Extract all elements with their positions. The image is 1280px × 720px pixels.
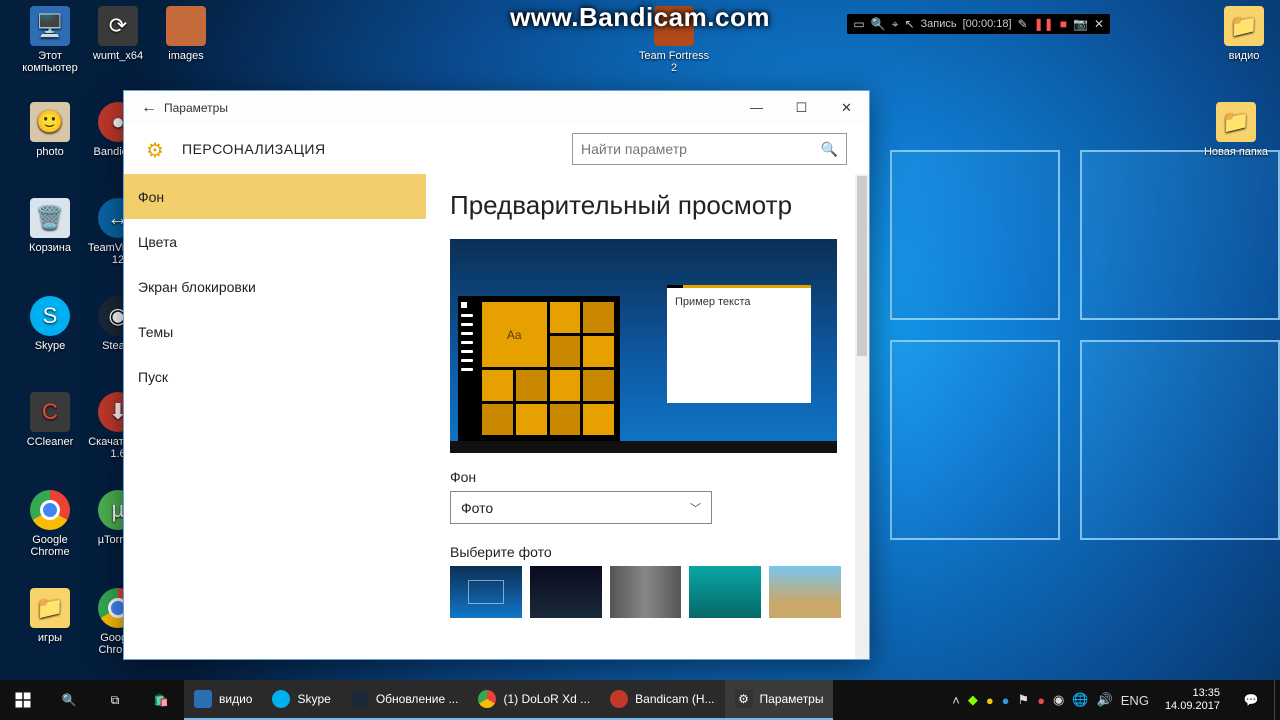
chevron-down-icon: ﹀ [690, 500, 701, 516]
settings-content: Предварительный просмотр Aa Пример текст… [426, 174, 869, 659]
taskbar-clock[interactable]: 13:35 14.09.2017 [1157, 680, 1228, 720]
tray-steam-icon[interactable]: ◉ [1053, 692, 1064, 708]
desktop-icon-games[interactable]: 📁игры [14, 588, 86, 644]
desktop-icon-wumt[interactable]: ⟳wumt_x64 [82, 6, 154, 62]
background-label: Фон [450, 469, 841, 485]
tray-icon-2[interactable]: ● [986, 693, 994, 708]
taskbar-app-chrome[interactable]: (1) DoLoR Xd ... [468, 680, 600, 720]
sidebar-item-lockscreen[interactable]: Экран блокировки [124, 264, 426, 309]
background-value: Фото [461, 500, 493, 516]
record-label: Запись [921, 18, 957, 30]
tray-network-icon[interactable]: 🌐 [1072, 692, 1088, 708]
taskbar-app-video[interactable]: видио [184, 680, 262, 720]
sidebar-item-themes[interactable]: Темы [124, 309, 426, 354]
photo-thumbnails [450, 566, 841, 618]
settings-sidebar: Фон Цвета Экран блокировки Темы Пуск [124, 174, 426, 659]
content-scrollbar[interactable] [855, 174, 869, 659]
camera-icon[interactable]: 📷 [1073, 17, 1088, 31]
photo-thumb-5[interactable] [769, 566, 841, 618]
choose-photo-label: Выберите фото [450, 544, 841, 560]
close-icon[interactable]: ✕ [1094, 17, 1104, 31]
clock-date: 14.09.2017 [1165, 700, 1220, 713]
pencil-icon[interactable]: ✎ [1018, 17, 1028, 31]
desktop-icon-photo[interactable]: 🙂photo [14, 102, 86, 158]
sidebar-item-background[interactable]: Фон [124, 174, 426, 219]
tray-icon-1[interactable]: ◆ [968, 692, 978, 708]
tray-icon-3[interactable]: ● [1002, 693, 1010, 708]
start-button[interactable] [0, 680, 46, 720]
taskbar-app-bandicam[interactable]: Bandicam (H... [600, 680, 724, 720]
settings-window: ← Параметры ― ☐ ✕ ⚙ ПЕРСОНАЛИЗАЦИЯ 🔍 Фон… [123, 90, 870, 660]
window-title: Параметры [164, 101, 228, 115]
screen-icon[interactable]: ▭ [853, 17, 864, 31]
show-desktop-button[interactable] [1274, 680, 1280, 720]
sidebar-item-colors[interactable]: Цвета [124, 219, 426, 264]
action-center-button[interactable]: 💬 [1228, 680, 1274, 720]
desktop-icon-chrome[interactable]: Google Chrome [14, 490, 86, 558]
target-icon[interactable]: ⌖ [892, 17, 899, 32]
tray-defender-icon[interactable]: ⚑ [1018, 692, 1030, 708]
photo-thumb-3[interactable] [610, 566, 682, 618]
desktop-icon-ccleaner[interactable]: CCCleaner [14, 392, 86, 448]
taskbar-search-icon[interactable]: 🔍 [46, 680, 92, 720]
preview-title: Предварительный просмотр [450, 190, 841, 221]
background-combobox[interactable]: Фото ﹀ [450, 491, 712, 524]
desktop-icon-skype[interactable]: SSkype [14, 296, 86, 352]
bandicam-toolbar[interactable]: ▭ 🔍 ⌖ ↖ Запись [00:00:18] ✎ ❚❚ ■ 📷 ✕ [847, 14, 1110, 34]
bandicam-watermark: www.Bandicam.com [510, 2, 770, 33]
background-preview: Aa Пример текста [450, 239, 837, 453]
gear-icon: ⚙ [146, 138, 168, 160]
record-time: [00:00:18] [963, 18, 1012, 30]
close-button[interactable]: ✕ [824, 91, 869, 124]
desktop-icon-video[interactable]: 📁видио [1208, 6, 1280, 62]
minimize-button[interactable]: ― [734, 91, 779, 124]
desktop-icon-new-folder[interactable]: 📁Новая папка [1200, 102, 1272, 158]
cursor-icon[interactable]: ↖ [904, 17, 914, 31]
stop-icon[interactable]: ■ [1060, 17, 1067, 31]
tray-language[interactable]: ENG [1121, 693, 1149, 708]
pause-icon[interactable]: ❚❚ [1034, 17, 1054, 31]
desktop-icon-this-pc[interactable]: 🖥️Этот компьютер [14, 6, 86, 74]
desktop-icon-recycle-bin[interactable]: 🗑️Корзина [14, 198, 86, 254]
tray-icon-4[interactable]: ● [1037, 693, 1045, 708]
preview-sample-window: Пример текста [667, 285, 811, 403]
maximize-button[interactable]: ☐ [779, 91, 824, 124]
search-box[interactable]: 🔍 [572, 133, 847, 165]
search-input[interactable] [581, 141, 821, 157]
sample-text: Пример текста [675, 296, 751, 308]
photo-thumb-1[interactable] [450, 566, 522, 618]
window-titlebar[interactable]: ← Параметры ― ☐ ✕ [124, 91, 869, 124]
desktop-icon-images[interactable]: images [150, 6, 222, 62]
photo-thumb-2[interactable] [530, 566, 602, 618]
settings-header: ⚙ ПЕРСОНАЛИЗАЦИЯ 🔍 [124, 124, 869, 174]
task-view-button[interactable]: ⧉ [92, 680, 138, 720]
search-icon[interactable]: 🔍 [821, 141, 838, 158]
clock-time: 13:35 [1165, 687, 1220, 700]
taskbar-store-icon[interactable]: 🛍️ [138, 680, 184, 720]
taskbar-app-settings[interactable]: ⚙Параметры [725, 680, 834, 720]
sidebar-item-start[interactable]: Пуск [124, 354, 426, 399]
photo-thumb-4[interactable] [689, 566, 761, 618]
preview-tile-aa: Aa [482, 302, 547, 367]
taskbar-app-skype[interactable]: Skype [262, 680, 340, 720]
taskbar: 🔍 ⧉ 🛍️ видио Skype Обновление ... (1) Do… [0, 680, 1280, 720]
back-button[interactable]: ← [134, 99, 164, 117]
settings-heading: ПЕРСОНАЛИЗАЦИЯ [182, 141, 326, 157]
system-tray: ˄ ◆ ● ● ⚑ ● ◉ 🌐 🔊 ENG [944, 680, 1157, 720]
tray-chevron-up-icon[interactable]: ˄ [952, 693, 960, 708]
zoom-icon[interactable]: 🔍 [871, 17, 886, 31]
taskbar-app-steam-update[interactable]: Обновление ... [341, 680, 469, 720]
tray-volume-icon[interactable]: 🔊 [1097, 692, 1113, 708]
